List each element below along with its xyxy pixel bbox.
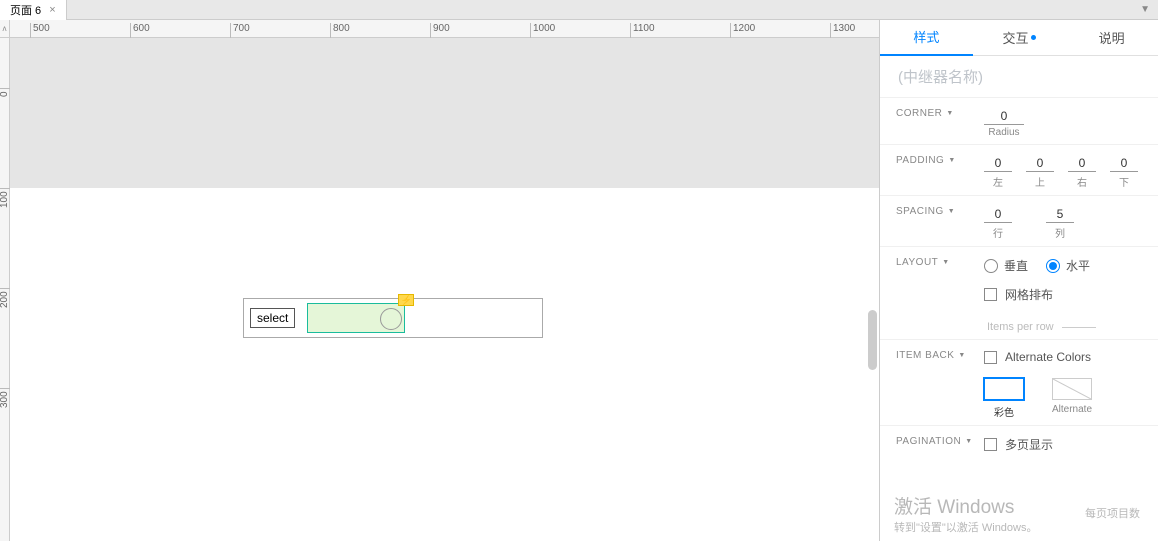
dot-icon [1031,35,1036,40]
interaction-badge-icon[interactable]: ⚡ [398,294,414,306]
spacing-section: SPACING▼ 行 列 [880,195,1158,246]
tab-dropdown-icon[interactable]: ▼ [1140,4,1150,15]
page-tab[interactable]: 页面 6 × [0,0,67,20]
inspector-panel: 样式 交互 说明 (中继器名称) CORNER▼ Radius PADDING▼… [879,20,1158,541]
padding-section: PADDING▼ 左 上 右 下 [880,144,1158,195]
layout-vertical-radio[interactable]: 垂直 [984,257,1028,274]
padding-top-input[interactable] [1026,155,1054,172]
select-button[interactable]: select [250,308,295,328]
corner-section: CORNER▼ Radius [880,97,1158,144]
close-icon[interactable]: × [49,4,55,16]
grid-checkbox[interactable]: 网格排布 [984,286,1053,303]
corner-radius-input[interactable] [984,108,1024,125]
items-per-row: Items per row [984,315,1096,333]
multipage-checkbox[interactable]: 多页显示 [984,436,1053,453]
ruler-horizontal: 5006007008009001000110012001300 [10,20,879,38]
chevron-down-icon[interactable]: ▼ [948,157,955,164]
tab-style[interactable]: 样式 [880,20,973,56]
color-swatch[interactable]: 彩色 [984,378,1024,419]
chevron-down-icon[interactable]: ▼ [965,438,972,445]
document-tab-bar: 页面 6 × ▼ [0,0,1158,20]
widget-name-input[interactable]: (中继器名称) [880,56,1158,97]
items-per-page-label: 每页项目数 [1085,505,1140,521]
spacing-col-input[interactable] [1046,206,1074,223]
circle-shape[interactable] [380,308,402,330]
chevron-down-icon[interactable]: ▼ [942,259,949,266]
padding-left-input[interactable] [984,155,1012,172]
itemback-section: ITEM BACK▼ Alternate Colors 彩色 Alternate [880,339,1158,425]
canvas-area[interactable]: ʌ 5006007008009001000110012001300 -10001… [0,20,879,541]
alternate-colors-checkbox[interactable]: Alternate Colors [984,350,1091,364]
layout-section: LAYOUT▼ 垂直 水平 网格排布 Items per row [880,246,1158,339]
panel-tabs: 样式 交互 说明 [880,20,1158,56]
selected-shape[interactable]: ⚡ [307,303,405,333]
ruler-vertical: -1000100200300 [0,38,10,541]
pagination-section: PAGINATION▼ 多页显示 [880,425,1158,459]
canvas-offpage [10,38,879,188]
chevron-down-icon[interactable]: ▼ [958,352,965,359]
page-tab-label: 页面 6 [10,2,41,18]
canvas-page [10,188,879,541]
spacing-row-input[interactable] [984,206,1012,223]
chevron-down-icon[interactable]: ▼ [948,208,955,215]
repeater-widget[interactable]: select ⚡ [243,298,543,338]
chevron-down-icon[interactable]: ▼ [946,110,953,117]
padding-right-input[interactable] [1068,155,1096,172]
padding-bottom-input[interactable] [1110,155,1138,172]
tab-interactions[interactable]: 交互 [973,20,1066,56]
layout-horizontal-radio[interactable]: 水平 [1046,257,1090,274]
tab-notes[interactable]: 说明 [1065,20,1158,56]
alternate-swatch[interactable]: Alternate [1052,378,1092,419]
scrollbar-thumb[interactable] [868,310,877,370]
